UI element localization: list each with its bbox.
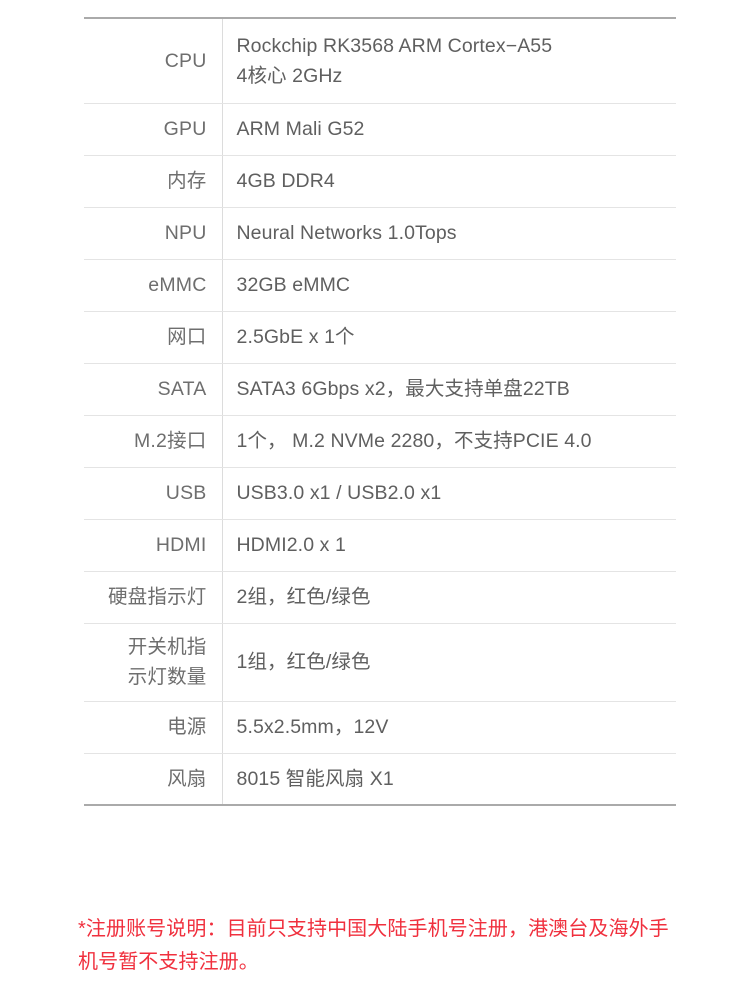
table-row: CPU Rockchip RK3568 ARM Cortex−A55 4核心 2G…: [84, 18, 676, 104]
spec-label: eMMC: [84, 259, 223, 312]
spec-value: Rockchip RK3568 ARM Cortex−A55 4核心 2GHz: [222, 18, 676, 104]
table-row: eMMC 32GB eMMC: [84, 259, 676, 312]
spec-value: 32GB eMMC: [222, 259, 676, 312]
spec-value: SATA3 6Gbps x2，最大支持单盘22TB: [222, 363, 676, 416]
specification-table: CPU Rockchip RK3568 ARM Cortex−A55 4核心 2G…: [84, 17, 676, 806]
table-row: USB USB3.0 x1 / USB2.0 x1: [84, 467, 676, 520]
spec-value: HDMI2.0 x 1: [222, 519, 676, 572]
spec-label: SATA: [84, 363, 223, 416]
spec-table-container: CPU Rockchip RK3568 ARM Cortex−A55 4核心 2G…: [84, 17, 676, 806]
table-row: 电源 5.5x2.5mm，12V: [84, 701, 676, 754]
table-row: M.2接口 1个， M.2 NVMe 2280，不支持PCIE 4.0: [84, 415, 676, 468]
table-row: 硬盘指示灯 2组，红色/绿色: [84, 571, 676, 624]
table-row: GPU ARM Mali G52: [84, 103, 676, 156]
spec-value: 2组，红色/绿色: [222, 571, 676, 624]
table-row: SATA SATA3 6Gbps x2，最大支持单盘22TB: [84, 363, 676, 416]
table-row: NPU Neural Networks 1.0Tops: [84, 207, 676, 260]
table-row: 内存 4GB DDR4: [84, 155, 676, 208]
spec-label: M.2接口: [84, 415, 223, 468]
spec-value: ARM Mali G52: [222, 103, 676, 156]
spec-label: NPU: [84, 207, 223, 260]
spec-value: 8015 智能风扇 X1: [222, 753, 676, 805]
spec-value: 4GB DDR4: [222, 155, 676, 208]
spec-value: 5.5x2.5mm，12V: [222, 701, 676, 754]
spec-label: CPU: [84, 18, 223, 104]
spec-label: 风扇: [84, 753, 223, 805]
table-row: HDMI HDMI2.0 x 1: [84, 519, 676, 572]
spec-value: Neural Networks 1.0Tops: [222, 207, 676, 260]
spec-label: 硬盘指示灯: [84, 571, 223, 624]
spec-value: 1组，红色/绿色: [222, 623, 676, 702]
product-spec-page: CPU Rockchip RK3568 ARM Cortex−A55 4核心 2G…: [0, 0, 750, 1000]
table-row: 开关机指 示灯数量 1组，红色/绿色: [84, 623, 676, 702]
registration-notice: *注册账号说明：目前只支持中国大陆手机号注册，港澳台及海外手机号暂不支持注册。: [78, 918, 669, 973]
spec-label: 开关机指 示灯数量: [84, 623, 223, 702]
spec-value: 2.5GbE x 1个: [222, 311, 676, 364]
spec-value: 1个， M.2 NVMe 2280，不支持PCIE 4.0: [222, 415, 676, 468]
spec-label: 网口: [84, 311, 223, 364]
table-row: 风扇 8015 智能风扇 X1: [84, 753, 676, 805]
spec-label: 电源: [84, 701, 223, 754]
table-row: 网口 2.5GbE x 1个: [84, 311, 676, 364]
spec-label: 内存: [84, 155, 223, 208]
spec-label: GPU: [84, 103, 223, 156]
spec-value: USB3.0 x1 / USB2.0 x1: [222, 467, 676, 520]
spec-label: USB: [84, 467, 223, 520]
spec-label: HDMI: [84, 519, 223, 572]
spec-table-body: CPU Rockchip RK3568 ARM Cortex−A55 4核心 2G…: [84, 18, 676, 805]
